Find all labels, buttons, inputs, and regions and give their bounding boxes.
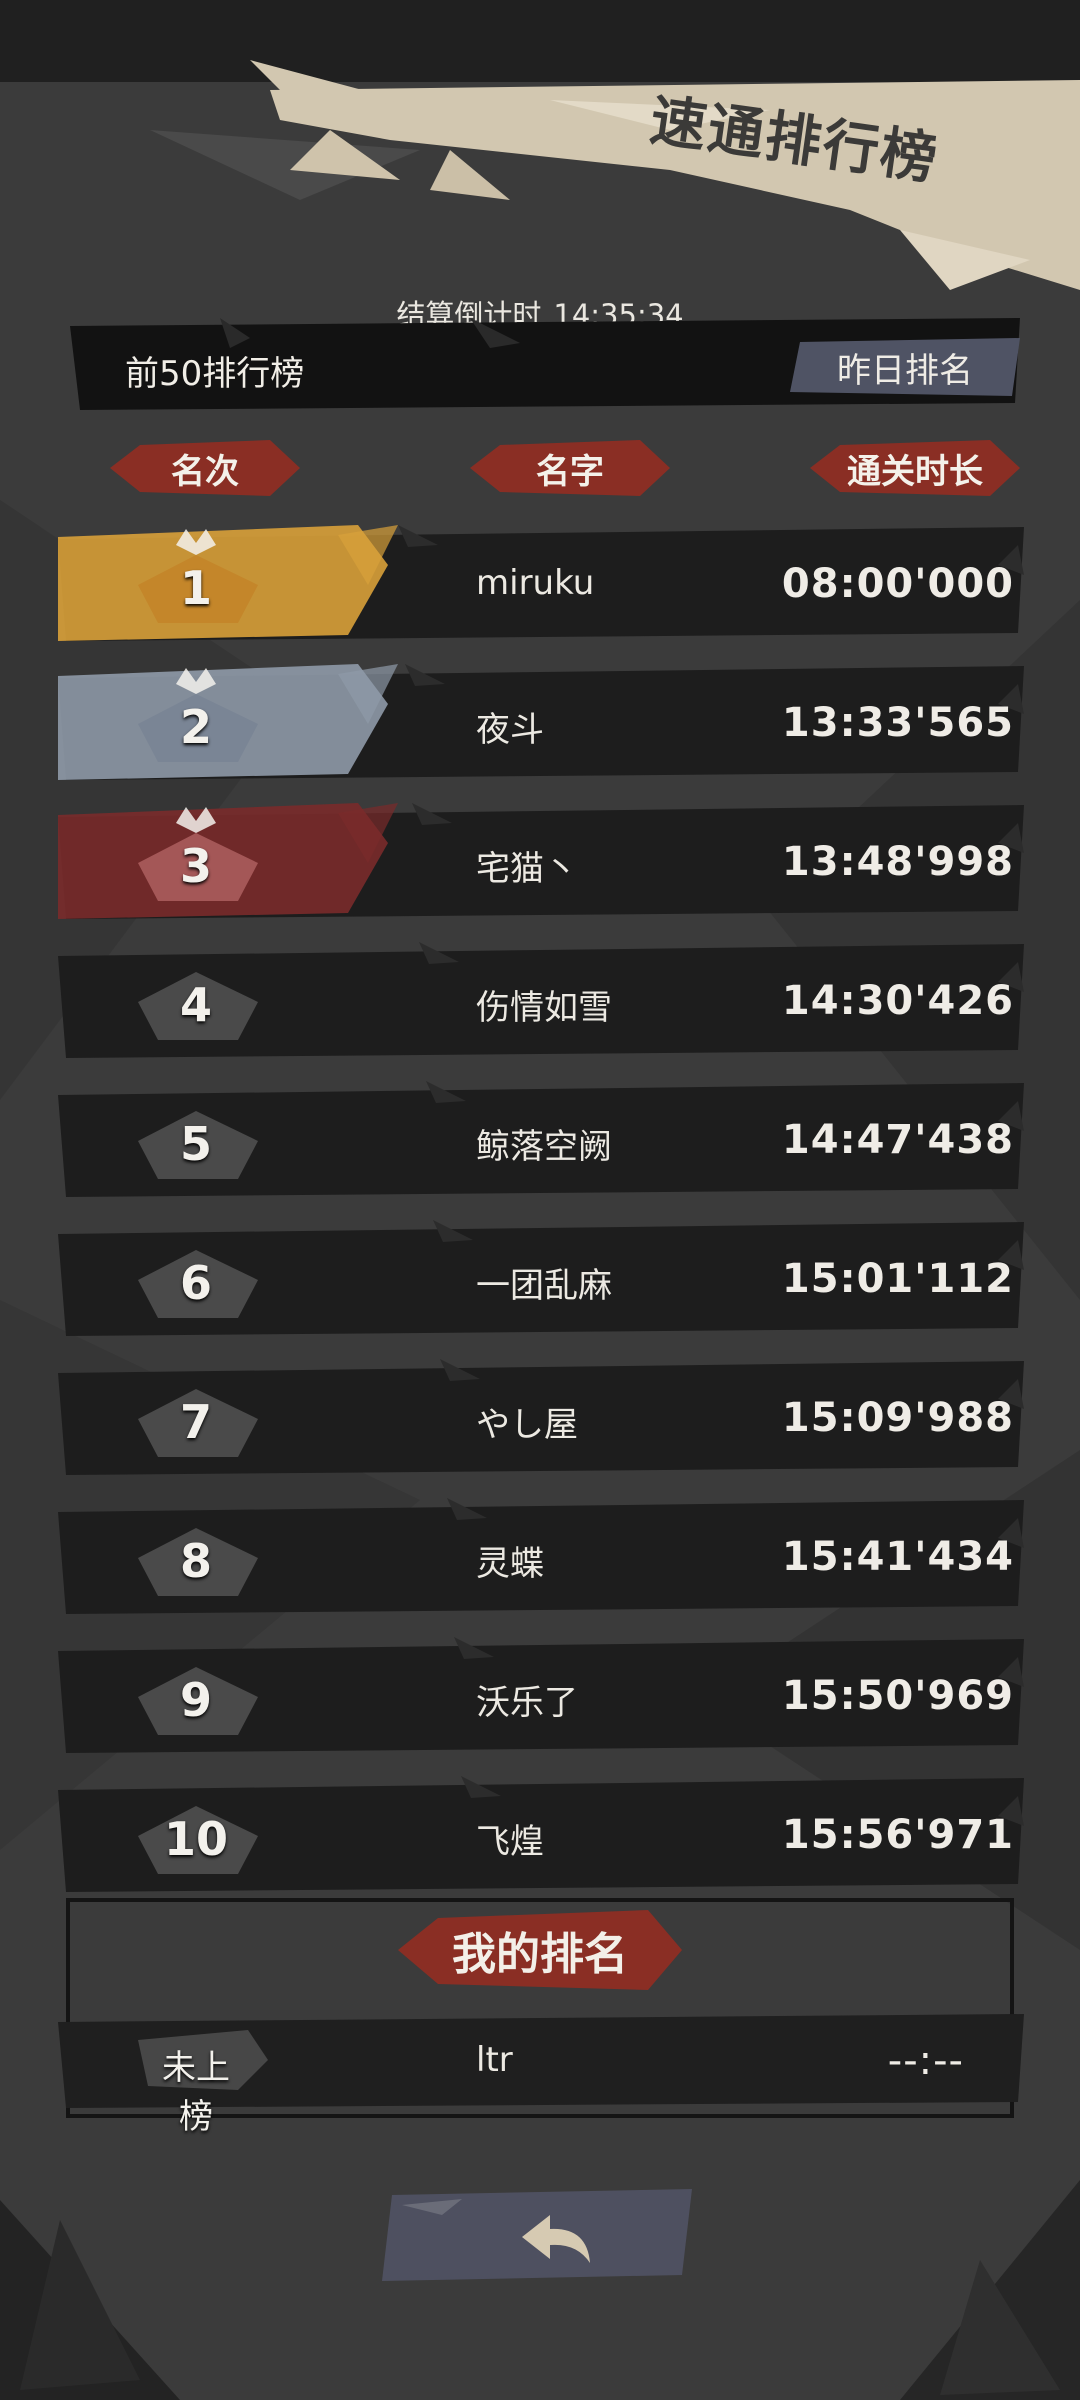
column-rank-label: 名次 bbox=[171, 451, 239, 492]
column-time: 通关时长 bbox=[810, 440, 1020, 496]
table-row: 2 夜斗 13:33'565 bbox=[58, 664, 1024, 782]
my-rank-title: 我的排名 bbox=[0, 1910, 1080, 1990]
yesterday-button-label: 昨日排名 bbox=[837, 350, 973, 391]
back-button[interactable] bbox=[382, 2185, 702, 2285]
rank-number: 2 bbox=[179, 700, 212, 754]
my-rank-row: 未上榜 ltr --:-- bbox=[58, 2010, 1024, 2137]
clear-time: 15:01'112 bbox=[781, 1256, 1014, 1302]
column-name: 名字 bbox=[470, 440, 670, 496]
rank-number: 8 bbox=[179, 1534, 212, 1588]
player-name: 伤情如雪 bbox=[476, 988, 612, 1028]
rank-number: 3 bbox=[179, 839, 212, 893]
player-name: 灵蝶 bbox=[476, 1544, 544, 1584]
player-name: 飞煌 bbox=[476, 1822, 544, 1862]
my-rank-time: --:-- bbox=[887, 2038, 964, 2084]
rank-number: 6 bbox=[179, 1256, 212, 1310]
table-row: 3 宅猫丶 13:48'998 bbox=[58, 803, 1024, 921]
rank-number: 4 bbox=[179, 978, 212, 1032]
my-rank-name: ltr bbox=[476, 2040, 513, 2080]
player-name: 沃乐了 bbox=[476, 1683, 578, 1723]
table-row: 7 やし屋 15:09'988 bbox=[58, 1359, 1024, 1477]
clear-time: 14:47'438 bbox=[781, 1117, 1014, 1163]
player-name: 鲸落空阙 bbox=[476, 1127, 612, 1167]
my-rank-title-label: 我的排名 bbox=[452, 1929, 628, 1980]
table-row: 5 鲸落空阙 14:47'438 bbox=[58, 1081, 1024, 1199]
table-row: 9 沃乐了 15:50'969 bbox=[58, 1637, 1024, 1755]
column-rank: 名次 bbox=[110, 440, 300, 496]
player-name: 夜斗 bbox=[476, 710, 544, 750]
clear-time: 14:30'426 bbox=[781, 978, 1014, 1024]
player-name: やし屋 bbox=[476, 1405, 578, 1445]
clear-time: 15:56'971 bbox=[781, 1812, 1014, 1858]
table-row: 1 miruku 08:00'000 bbox=[58, 525, 1024, 643]
table-row: 10 飞煌 15:56'971 bbox=[58, 1776, 1024, 1894]
clear-time: 08:00'000 bbox=[781, 561, 1014, 607]
rank-number: 1 bbox=[179, 561, 212, 615]
player-name: 宅猫丶 bbox=[476, 849, 578, 889]
player-name: miruku bbox=[476, 563, 595, 603]
column-time-label: 通关时长 bbox=[847, 451, 983, 492]
rank-number: 7 bbox=[179, 1395, 212, 1449]
rank-number: 10 bbox=[163, 1812, 228, 1866]
table-row: 4 伤情如雪 14:30'426 bbox=[58, 942, 1024, 1060]
column-name-label: 名字 bbox=[536, 451, 604, 492]
yesterday-ranking-button[interactable]: 昨日排名 bbox=[790, 338, 1020, 396]
rank-number: 9 bbox=[179, 1673, 212, 1727]
clear-time: 15:50'969 bbox=[781, 1673, 1014, 1719]
clear-time: 13:33'565 bbox=[781, 700, 1014, 746]
clear-time: 15:09'988 bbox=[781, 1395, 1014, 1441]
clear-time: 15:41'434 bbox=[781, 1534, 1014, 1580]
table-row: 8 灵蝶 15:41'434 bbox=[58, 1498, 1024, 1616]
table-row: 6 一团乱麻 15:01'112 bbox=[58, 1220, 1024, 1338]
clear-time: 13:48'998 bbox=[781, 839, 1014, 885]
my-rank-value: 未上榜 bbox=[162, 2048, 230, 2137]
rank-number: 5 bbox=[179, 1117, 212, 1171]
board-title: 前50排行榜 bbox=[125, 354, 305, 394]
player-name: 一团乱麻 bbox=[476, 1266, 612, 1306]
